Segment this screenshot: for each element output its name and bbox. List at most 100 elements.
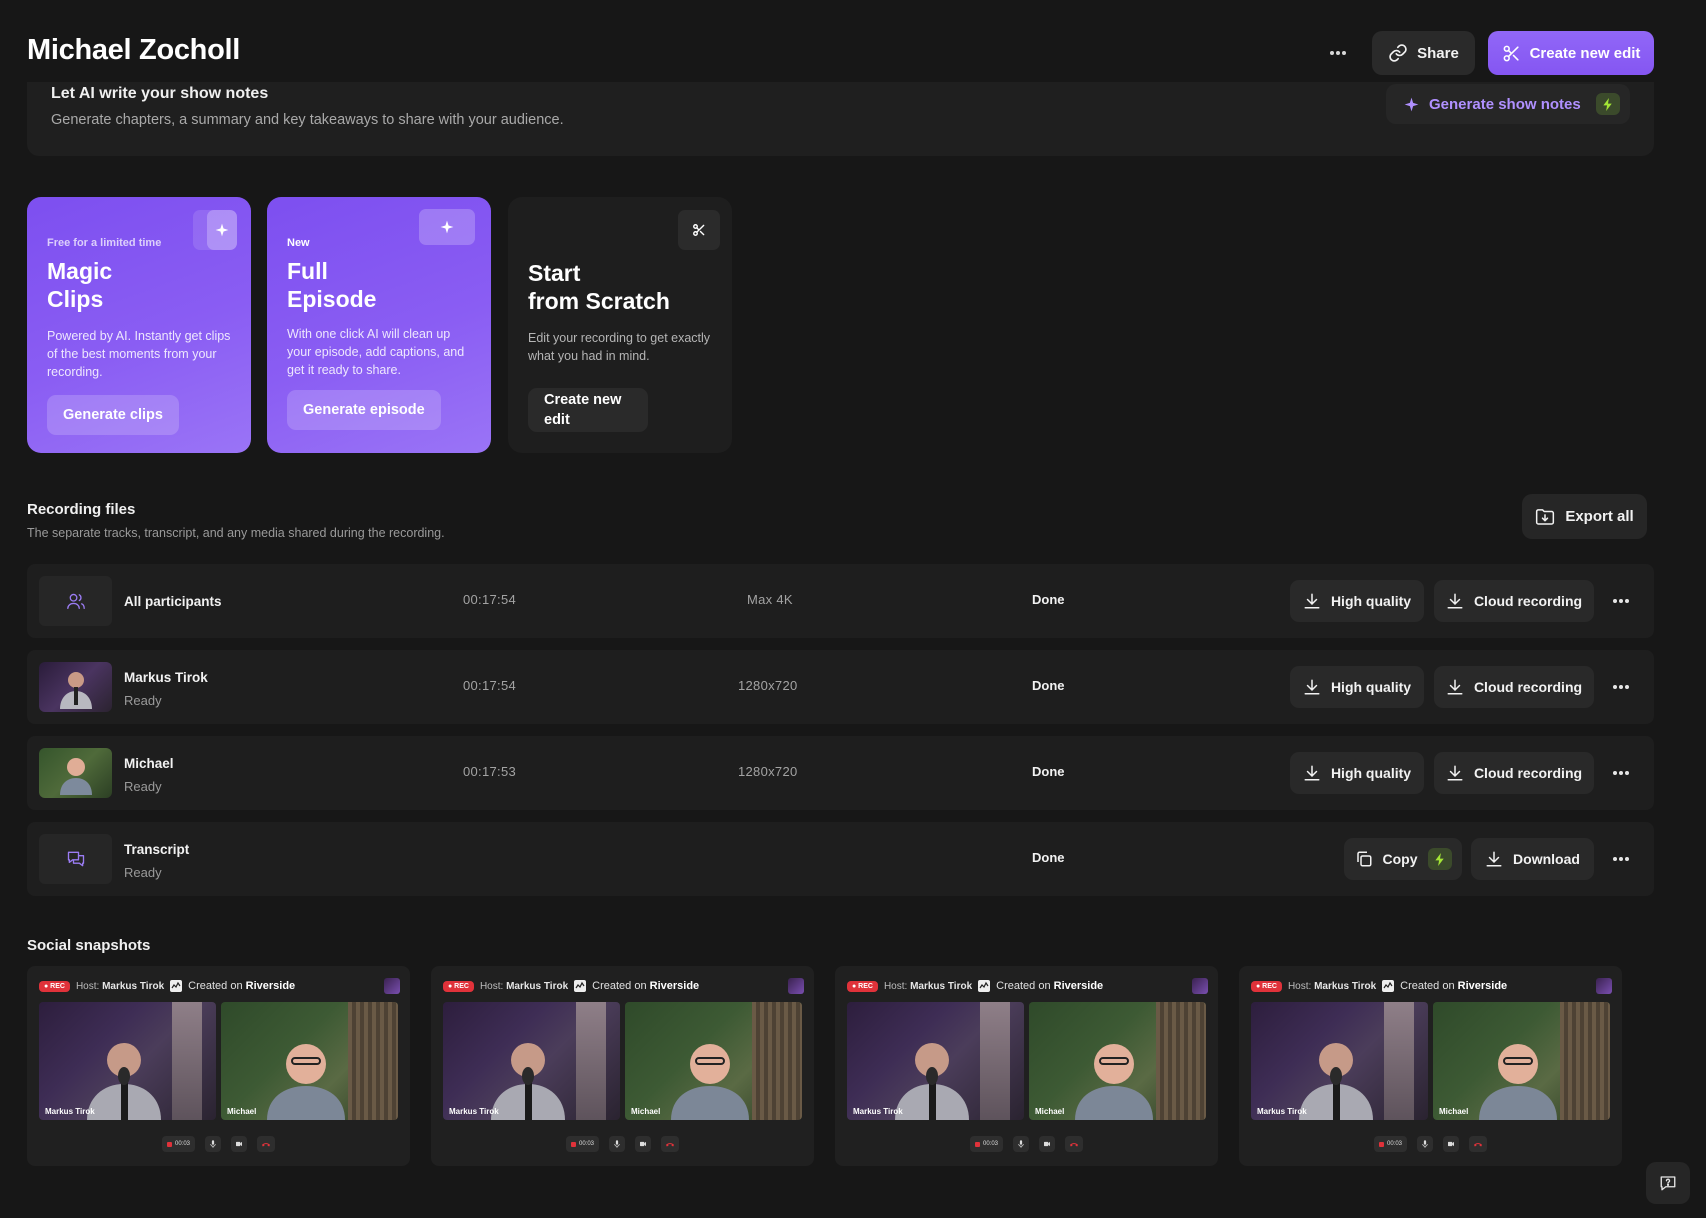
bolt-badge <box>1596 93 1620 115</box>
social-snapshot-card-1[interactable]: ● REC Host: Markus Tirok Created on Rive… <box>27 966 410 1166</box>
row-duration: 00:17:54 <box>463 592 517 607</box>
host-prefix: Host: <box>1287 980 1312 992</box>
snapshot-host: Host: Markus Tirok <box>884 981 972 992</box>
generate-show-notes-label: Generate show notes <box>1429 95 1581 113</box>
bolt-icon <box>1434 852 1444 866</box>
more-horizontal-icon <box>1613 857 1629 861</box>
snapshot-controls: 00:03 <box>27 1136 410 1152</box>
created-brand: Riverside <box>1053 980 1104 992</box>
recording-files-subtitle: The separate tracks, transcript, and any… <box>27 526 445 540</box>
host-prefix: Host: <box>883 980 908 992</box>
full-episode-description: With one click AI will clean up your epi… <box>287 327 465 377</box>
high-quality-download-button[interactable]: High quality <box>1290 752 1424 794</box>
cloud-recording-download-button[interactable]: Cloud recording <box>1434 580 1594 622</box>
high-quality-download-button[interactable]: High quality <box>1290 666 1424 708</box>
link-icon <box>1389 44 1407 62</box>
social-snapshot-card-4[interactable]: ● REC Host: Markus Tirok Created on Rive… <box>1239 966 1622 1166</box>
snapshot-header: ● REC Host: Markus Tirok Created on Rive… <box>443 978 699 994</box>
copy-icon <box>1356 851 1371 867</box>
magic-clips-icon-stack <box>193 210 237 250</box>
cloud-recording-download-button[interactable]: Cloud recording <box>1434 752 1594 794</box>
snapshot-controls: 00:03 <box>835 1136 1218 1152</box>
snapshot-created: Created on Riverside <box>996 980 1103 992</box>
host-name: Markus Tirok <box>910 980 973 992</box>
timer-text: 00:03 <box>174 1141 190 1147</box>
camera-icon <box>1039 1136 1055 1152</box>
video-left-name: Markus Tirok <box>853 1107 903 1116</box>
scratch-create-new-edit-button[interactable]: Create new edit <box>528 388 648 432</box>
waveform-icon <box>1382 980 1395 992</box>
host-name: Markus Tirok <box>102 980 165 992</box>
full-episode-label: New <box>287 237 310 249</box>
more-options-button[interactable] <box>1318 31 1358 75</box>
create-new-edit-button[interactable]: Create new edit <box>1488 31 1654 75</box>
row-more-button[interactable] <box>1600 752 1642 794</box>
person-figure-icon <box>1479 1044 1557 1120</box>
row-resolution: 1280x720 <box>738 764 798 779</box>
start-from-scratch-card[interactable]: Start from Scratch Edit your recording t… <box>508 197 732 453</box>
snapshot-video-left: Markus Tirok <box>39 1002 216 1120</box>
row-more-button[interactable] <box>1600 838 1642 880</box>
row-more-button[interactable] <box>1600 666 1642 708</box>
michael-thumb <box>39 748 112 798</box>
generate-show-notes-button[interactable]: Generate show notes <box>1386 84 1630 124</box>
participants-thumb <box>39 576 112 626</box>
generate-clips-button[interactable]: Generate clips <box>47 395 179 435</box>
rec-badge: ● REC <box>443 980 474 992</box>
hang-up-icon <box>257 1136 275 1152</box>
download-transcript-button[interactable]: Download <box>1471 838 1594 880</box>
person-figure-icon <box>267 1044 345 1120</box>
row-duration: 00:17:53 <box>463 764 517 779</box>
row-state: Done <box>1032 850 1065 865</box>
snapshot-video-right: Michael <box>221 1002 398 1120</box>
help-chat-icon <box>1660 1176 1676 1191</box>
cloud-recording-download-button[interactable]: Cloud recording <box>1434 666 1594 708</box>
snapshot-created: Created on Riverside <box>188 980 295 992</box>
snapshot-controls: 00:03 <box>1239 1136 1622 1152</box>
social-snapshot-card-2[interactable]: ● REC Host: Markus Tirok Created on Rive… <box>431 966 814 1166</box>
waveform-icon <box>574 980 587 992</box>
download-icon <box>1304 765 1320 781</box>
created-prefix: Created on <box>592 980 647 992</box>
timer-text: 00:03 <box>578 1141 594 1147</box>
timer-text: 00:03 <box>982 1141 998 1147</box>
recording-files-title: Recording files <box>27 501 136 518</box>
video-right-name: Michael <box>631 1107 661 1116</box>
cloud-recording-label: Cloud recording <box>1473 765 1583 781</box>
waveform-icon <box>170 980 183 992</box>
magic-clips-card[interactable]: Free for a limited time Magic Clips Powe… <box>27 197 251 453</box>
show-notes-title: Let AI write your show notes <box>51 85 269 102</box>
high-quality-label: High quality <box>1330 679 1412 695</box>
row-more-button[interactable] <box>1600 580 1642 622</box>
mic-icon <box>205 1136 221 1152</box>
magic-clips-title-line1: Magic <box>47 258 113 284</box>
copy-label: Copy <box>1382 851 1418 867</box>
download-icon <box>1447 679 1463 695</box>
row-resolution: 1280x720 <box>738 678 798 693</box>
row-name: Transcript <box>124 842 190 857</box>
download-icon <box>1486 851 1502 867</box>
export-all-label: Export all <box>1565 508 1634 525</box>
hang-up-icon <box>1065 1136 1083 1152</box>
help-chat-button[interactable] <box>1646 1162 1690 1204</box>
full-episode-card[interactable]: New Full Episode With one click AI will … <box>267 197 491 453</box>
scratch-description: Edit your recording to get exactly what … <box>528 331 711 363</box>
snapshot-corner-avatar <box>1596 978 1612 994</box>
video-right-name: Michael <box>1035 1107 1065 1116</box>
share-button[interactable]: Share <box>1372 31 1475 75</box>
download-icon <box>1447 765 1463 781</box>
high-quality-label: High quality <box>1330 593 1412 609</box>
generate-episode-button[interactable]: Generate episode <box>287 390 441 430</box>
high-quality-download-button[interactable]: High quality <box>1290 580 1424 622</box>
social-snapshot-card-3[interactable]: ● REC Host: Markus Tirok Created on Rive… <box>835 966 1218 1166</box>
timer-control: 00:03 <box>565 1136 599 1152</box>
row-duration: 00:17:54 <box>463 678 517 693</box>
camera-icon <box>231 1136 247 1152</box>
copy-transcript-button[interactable]: Copy <box>1344 838 1462 880</box>
person-avatar-icon <box>59 758 92 795</box>
export-all-button[interactable]: Export all <box>1522 494 1647 539</box>
video-left-name: Markus Tirok <box>449 1107 499 1116</box>
video-right-name: Michael <box>1439 1107 1469 1116</box>
snapshot-corner-avatar <box>1192 978 1208 994</box>
sparkle-icon <box>215 223 229 237</box>
